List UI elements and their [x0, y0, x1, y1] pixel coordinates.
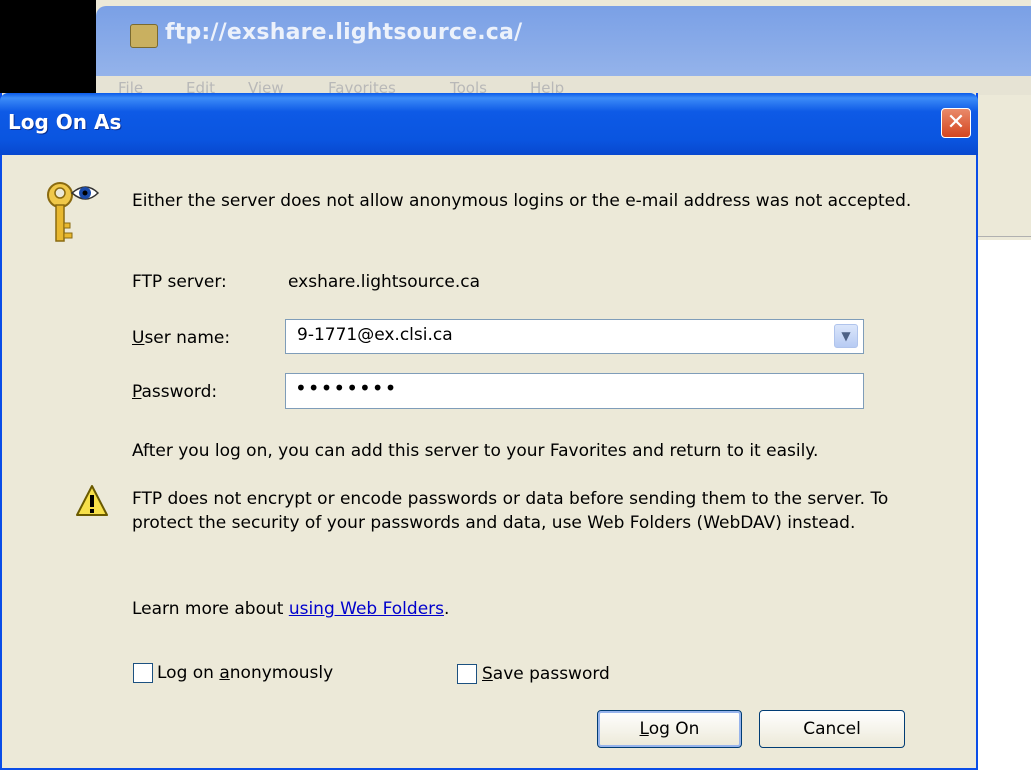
- favorites-note: After you log on, you can add this serve…: [132, 441, 819, 461]
- key-icon: [47, 182, 100, 242]
- password-label: Password:: [132, 382, 218, 402]
- close-icon: ✕: [946, 110, 966, 135]
- anonymous-checkbox[interactable]: [133, 663, 153, 683]
- username-value: 9-1771@ex.clsi.ca: [297, 325, 453, 345]
- desktop-background: [0, 0, 98, 98]
- anonymous-label[interactable]: Log on anonymously: [157, 661, 333, 685]
- error-message: Either the server does not allow anonymo…: [132, 191, 912, 211]
- folder-icon: [130, 24, 158, 48]
- cancel-button[interactable]: Cancel: [759, 710, 905, 748]
- dialog-title: Log On As: [8, 110, 122, 134]
- ftp-server-label: FTP server:: [132, 272, 227, 292]
- password-value: ••••••••: [295, 376, 398, 400]
- divider: [975, 236, 1031, 237]
- username-label: User name:: [132, 328, 231, 348]
- chevron-down-icon[interactable]: ▼: [834, 324, 858, 348]
- explorer-content: [975, 95, 1031, 236]
- save-password-checkbox[interactable]: [457, 664, 477, 684]
- explorer-title: ftp://exshare.lightsource.ca/: [165, 20, 523, 45]
- dialog-titlebar[interactable]: [0, 93, 978, 155]
- ftp-server-value: exshare.lightsource.ca: [288, 272, 481, 292]
- warning-icon: [76, 485, 108, 516]
- log-on-button[interactable]: Log On: [597, 710, 742, 748]
- learn-more-text: Learn more about using Web Folders.: [132, 599, 450, 619]
- close-button[interactable]: ✕: [941, 108, 971, 138]
- security-warning: FTP does not encrypt or encode passwords…: [132, 489, 889, 533]
- save-password-label[interactable]: Save password: [482, 662, 610, 686]
- web-folders-link[interactable]: using Web Folders: [289, 599, 444, 619]
